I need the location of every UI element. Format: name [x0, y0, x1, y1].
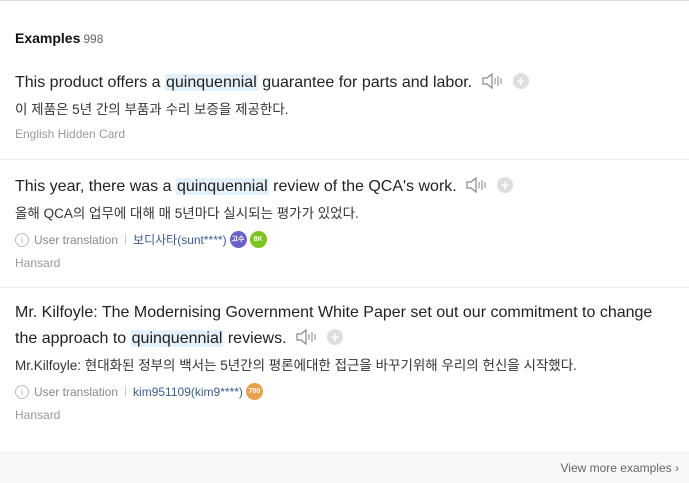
sentence-text: This year, there was a	[15, 178, 176, 195]
example-translation-ko: 올해 QCA의 업무에 대해 매 5년마다 실시되는 평가가 있었다.	[15, 206, 359, 221]
sentence-text: review of the QCA's work.	[268, 178, 457, 195]
user-translation-label: User translation	[34, 232, 119, 247]
view-more-label: View more examples	[560, 461, 672, 475]
example-divider	[0, 287, 689, 288]
examples-title: Examples	[15, 30, 81, 46]
highlighted-word: quinquennial	[165, 74, 258, 91]
meta-separator	[125, 386, 127, 397]
example-item: Mr. Kilfoyle: The Modernising Government…	[15, 300, 689, 422]
sentence-text: reviews.	[223, 330, 287, 347]
example-source: Hansard	[15, 408, 61, 422]
example-sentence-en: Mr. Kilfoyle: The Modernising Government…	[15, 300, 655, 352]
plus-icon[interactable]: +	[512, 73, 529, 89]
examples-count: 998	[83, 32, 104, 46]
speaker-icon[interactable]	[481, 72, 505, 90]
example-item: This product offers a quinquennial guara…	[15, 70, 689, 141]
info-icon[interactable]: i	[15, 232, 29, 247]
user-link[interactable]: kim951109(kim9****)	[133, 385, 243, 399]
examples-footer: View more examples ›	[0, 452, 689, 483]
example-sentence-en: This year, there was a quinquennial revi…	[15, 174, 655, 200]
info-icon[interactable]: i	[15, 384, 29, 399]
user-link[interactable]: 보디사타(sunt****)	[133, 231, 227, 248]
translation-meta: i User translation kim951109(kim9****) 7…	[15, 383, 689, 400]
top-divider	[0, 0, 689, 1]
meta-separator	[125, 234, 127, 245]
highlighted-word: quinquennial	[175, 178, 269, 195]
example-source: Hansard	[15, 256, 61, 270]
plus-icon[interactable]: +	[497, 177, 514, 193]
example-sentence-en: This product offers a quinquennial guara…	[15, 70, 655, 96]
example-translation-ko: Mr.Kilfoyle: 현대화된 정부의 백서는 5년간의 평론에대한 접근을…	[15, 358, 577, 373]
view-more-examples-link[interactable]: View more examples ›	[560, 461, 679, 475]
highlighted-word: quinquennial	[130, 330, 224, 347]
example-translation-ko: 이 제품은 5년 간의 부품과 수리 보증을 제공한다.	[15, 102, 289, 117]
user-translation-label: User translation	[34, 384, 119, 399]
speaker-icon[interactable]	[295, 328, 319, 346]
sentence-text: This product offers a	[15, 74, 165, 91]
example-source: English Hidden Card	[15, 127, 126, 141]
points-badge: 700	[245, 383, 263, 400]
examples-header: Examples 998	[15, 30, 103, 48]
translation-meta: i User translation 보디사타(sunt****) 고수 15 …	[15, 231, 689, 260]
plus-icon[interactable]: +	[326, 329, 343, 345]
example-divider	[0, 159, 689, 160]
points-badge: 8K	[249, 231, 267, 248]
rank-badge: 고수 15	[229, 231, 247, 260]
example-item: This year, there was a quinquennial revi…	[15, 174, 689, 270]
chevron-right-icon: ›	[675, 461, 679, 475]
sentence-text: guarantee for parts and labor.	[257, 74, 473, 91]
speaker-icon[interactable]	[465, 176, 489, 194]
